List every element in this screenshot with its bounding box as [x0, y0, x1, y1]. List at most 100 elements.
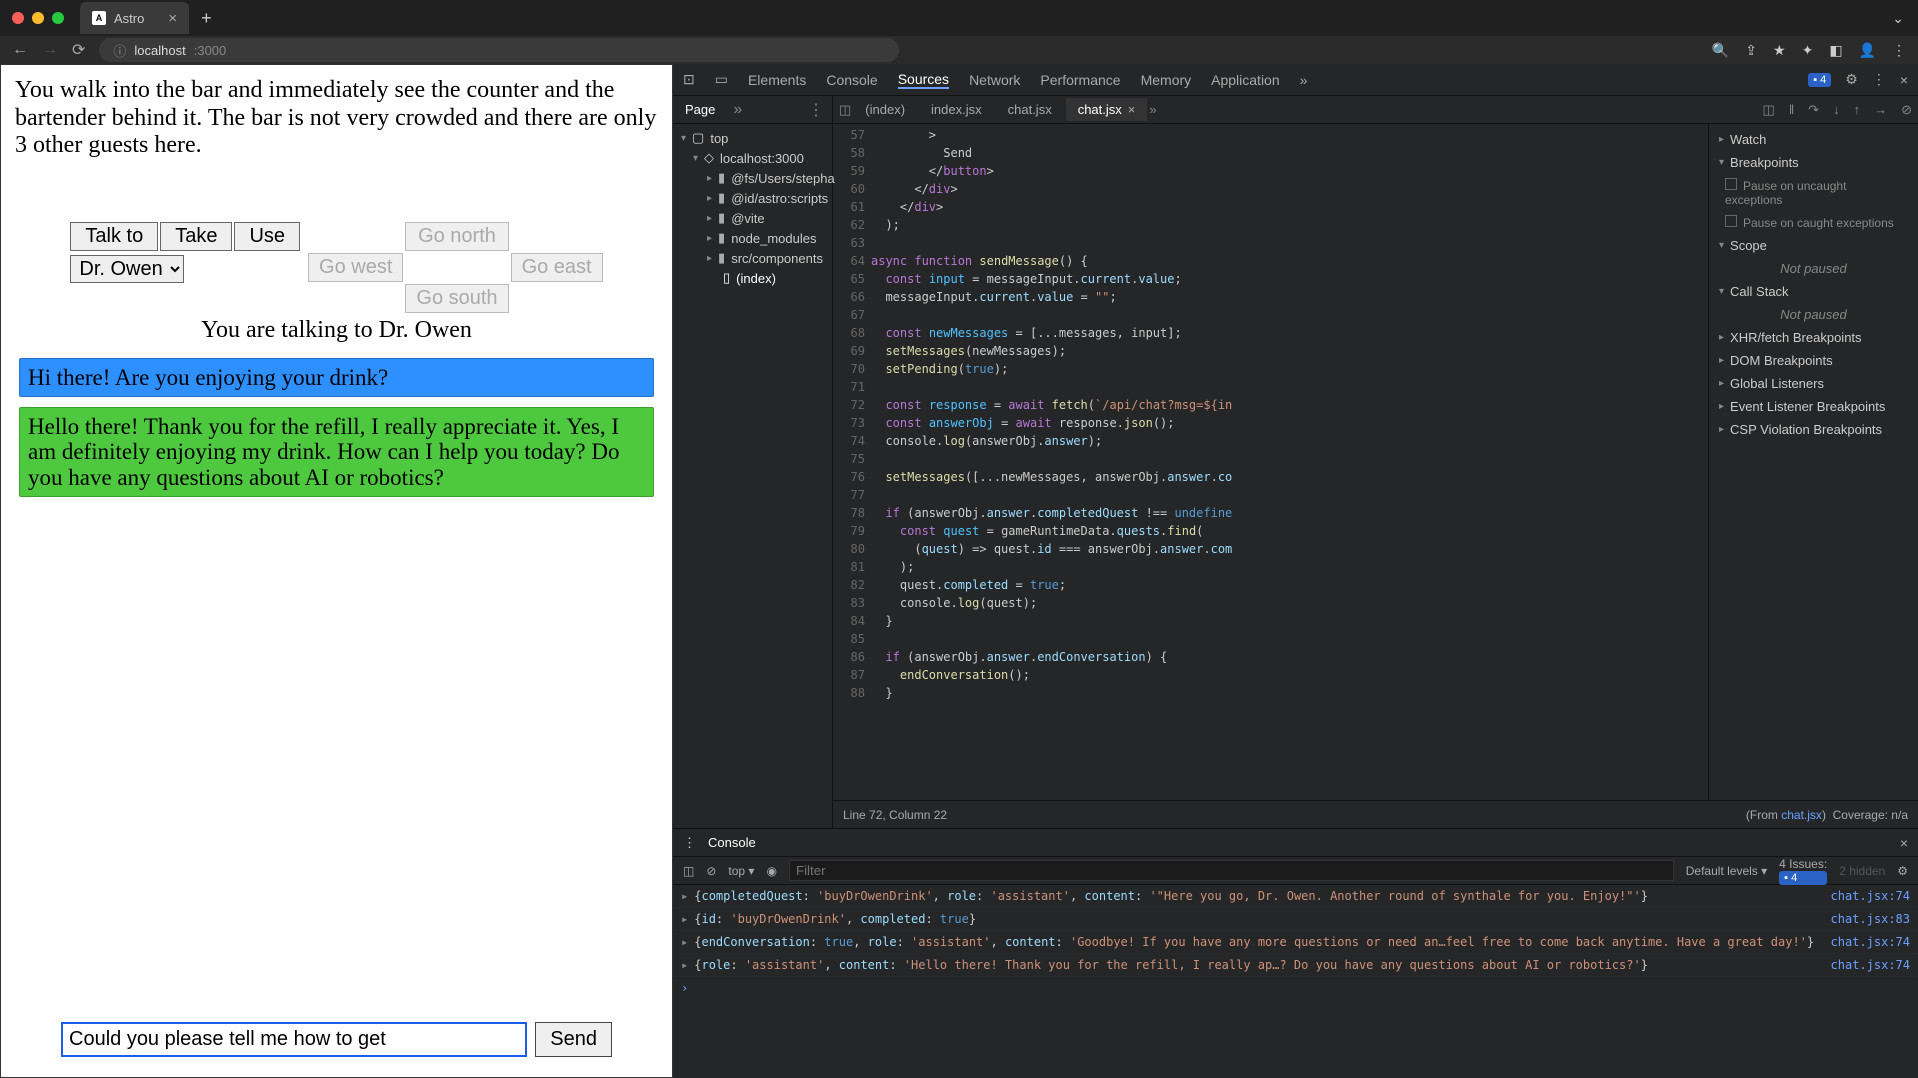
extensions-icon[interactable]: ✦ — [1802, 42, 1814, 59]
bookmark-icon[interactable]: ★ — [1773, 42, 1786, 59]
menu-icon[interactable]: ⋮ — [1892, 42, 1906, 59]
tab-performance[interactable]: Performance — [1040, 72, 1120, 88]
tab-close-icon[interactable]: × — [1128, 102, 1136, 117]
global-listeners-section[interactable]: ▸Global Listeners — [1709, 372, 1918, 395]
navigator-menu-icon[interactable]: ⋮ — [800, 100, 832, 120]
console-source-link[interactable]: chat.jsx:74 — [1831, 958, 1910, 972]
dom-breakpoints-section[interactable]: ▸DOM Breakpoints — [1709, 349, 1918, 372]
panel-toggle-icon[interactable]: ◧ — [1829, 42, 1842, 59]
console-title: Console — [708, 835, 756, 850]
address-bar[interactable]: ⓘ localhost:3000 — [99, 38, 899, 62]
send-button[interactable]: Send — [535, 1022, 612, 1057]
site-info-icon[interactable]: ⓘ — [113, 41, 126, 60]
live-expression-icon[interactable]: ◉ — [766, 864, 776, 878]
clear-console-icon[interactable]: ⊘ — [706, 864, 716, 878]
step-out-icon[interactable]: ↑ — [1854, 102, 1861, 118]
tree-fs[interactable]: ▸▮@fs/Users/stepha — [673, 168, 832, 188]
close-devtools-icon[interactable]: × — [1900, 72, 1908, 88]
tree-src-components[interactable]: ▸▮src/components — [673, 248, 832, 268]
editor-tab-index-jsx[interactable]: index.jsx — [919, 98, 994, 121]
console-close-icon[interactable]: × — [1900, 835, 1908, 851]
console-prompt[interactable]: › — [673, 977, 1918, 999]
editor-tab-index[interactable]: (index) — [853, 98, 917, 121]
search-icon[interactable]: 🔍 — [1712, 42, 1729, 59]
window-minimize-icon[interactable] — [32, 12, 44, 24]
console-sidebar-icon[interactable]: ◫ — [683, 864, 694, 878]
tab-memory[interactable]: Memory — [1141, 72, 1192, 88]
new-tab-button[interactable]: + — [201, 8, 212, 29]
console-line[interactable]: ▸{role: 'assistant', content: 'Hello the… — [673, 954, 1918, 977]
browser-tab[interactable]: A Astro × — [80, 2, 189, 34]
editor-tab-chat-jsx-2[interactable]: chat.jsx× — [1066, 98, 1148, 121]
navigator-page-tab[interactable]: Page — [673, 96, 727, 123]
editor-tab-chat-jsx-1[interactable]: chat.jsx — [996, 98, 1064, 121]
tree-node-modules[interactable]: ▸▮node_modules — [673, 228, 832, 248]
step-over-icon[interactable]: ↷ — [1808, 102, 1819, 118]
console-source-link[interactable]: chat.jsx:74 — [1831, 889, 1910, 903]
console-line[interactable]: ▸{endConversation: true, role: 'assistan… — [673, 931, 1918, 954]
tab-close-icon[interactable]: × — [168, 10, 177, 27]
event-listeners-section[interactable]: ▸Event Listener Breakpoints — [1709, 395, 1918, 418]
tab-network[interactable]: Network — [969, 72, 1020, 88]
xhr-section[interactable]: ▸XHR/fetch Breakpoints — [1709, 326, 1918, 349]
pause-caught-option[interactable]: Pause on caught exceptions — [1709, 211, 1918, 234]
issues-summary[interactable]: 4 Issues: ▪ 4 — [1779, 857, 1827, 885]
tab-console[interactable]: Console — [826, 72, 877, 88]
profile-icon[interactable]: 👤 — [1859, 42, 1876, 59]
tab-overflow-icon[interactable]: » — [1300, 72, 1308, 88]
tab-application[interactable]: Application — [1211, 72, 1280, 88]
console-context[interactable]: top ▾ — [728, 864, 754, 878]
pause-uncaught-option[interactable]: Pause on uncaught exceptions — [1709, 174, 1918, 211]
tab-elements[interactable]: Elements — [748, 72, 806, 88]
settings-icon[interactable]: ⚙ — [1845, 71, 1858, 88]
console-source-link[interactable]: chat.jsx:74 — [1831, 935, 1910, 949]
console-filter-input[interactable] — [789, 860, 1674, 881]
toggle-sidebar-icon[interactable]: ◫ — [1763, 102, 1775, 118]
console-menu-icon[interactable]: ⋮ — [683, 835, 696, 851]
watch-section[interactable]: ▸Watch — [1709, 128, 1918, 151]
tree-top[interactable]: ▾▢top — [673, 128, 832, 148]
console-settings-icon[interactable]: ⚙ — [1897, 864, 1908, 878]
code-content[interactable]: > Send </button> </div> </div> ); async … — [871, 124, 1708, 800]
console-line[interactable]: ▸{completedQuest: 'buyDrOwenDrink', role… — [673, 885, 1918, 908]
step-into-icon[interactable]: ↓ — [1833, 102, 1840, 118]
more-icon[interactable]: ⋮ — [1872, 71, 1886, 88]
pause-icon[interactable]: ‖ — [1789, 102, 1794, 118]
from-file-link[interactable]: chat.jsx — [1781, 808, 1822, 822]
back-button[interactable]: ← — [12, 41, 28, 59]
tab-overflow-icon[interactable]: ⌄ — [1892, 10, 1904, 27]
use-button[interactable]: Use — [234, 222, 300, 251]
console-source-link[interactable]: chat.jsx:83 — [1831, 912, 1910, 926]
person-select[interactable]: Dr. Owen — [70, 255, 184, 283]
tree-host[interactable]: ▾◇localhost:3000 — [673, 148, 832, 168]
code-editor[interactable]: 57 58 59 60 61 62 63 64 65 66 67 68 69 7… — [833, 124, 1708, 800]
csp-section[interactable]: ▸CSP Violation Breakpoints — [1709, 418, 1918, 441]
tab-sources[interactable]: Sources — [898, 71, 949, 89]
console-output[interactable]: ▸{completedQuest: 'buyDrOwenDrink', role… — [673, 885, 1918, 1078]
editor-tab-overflow-icon[interactable]: » — [1149, 102, 1156, 117]
log-levels-dropdown[interactable]: Default levels ▾ — [1686, 864, 1767, 878]
tree-astro[interactable]: ▸▮@id/astro:scripts — [673, 188, 832, 208]
breakpoints-section[interactable]: ▾Breakpoints — [1709, 151, 1918, 174]
message-input[interactable] — [61, 1022, 527, 1057]
call-stack-section[interactable]: ▾Call Stack — [1709, 280, 1918, 303]
tree-vite[interactable]: ▸▮@vite — [673, 208, 832, 228]
issue-count-badge[interactable]: ▪ 4 — [1808, 73, 1831, 87]
tree-index[interactable]: ▯(index) — [673, 268, 832, 288]
talk-to-button[interactable]: Talk to — [70, 222, 158, 251]
toggle-navigator-icon[interactable]: ◫ — [839, 102, 851, 118]
share-icon[interactable]: ⇪ — [1745, 42, 1757, 59]
take-button[interactable]: Take — [160, 222, 232, 251]
window-close-icon[interactable] — [12, 12, 24, 24]
direction-grid: Go north Go west Go east Go south — [308, 222, 603, 313]
step-icon[interactable]: → — [1874, 102, 1887, 118]
scope-section[interactable]: ▾Scope — [1709, 234, 1918, 257]
console-line[interactable]: ▸{id: 'buyDrOwenDrink', completed: true}… — [673, 908, 1918, 931]
inspect-icon[interactable]: ⊡ — [683, 71, 695, 88]
window-maximize-icon[interactable] — [52, 12, 64, 24]
navigator-overflow-icon[interactable]: » — [727, 101, 748, 119]
device-icon[interactable]: ▭ — [715, 71, 728, 88]
line-gutter: 57 58 59 60 61 62 63 64 65 66 67 68 69 7… — [833, 124, 871, 800]
reload-button[interactable]: ⟳ — [72, 40, 85, 60]
deactivate-breakpoints-icon[interactable]: ⊘ — [1901, 102, 1912, 118]
